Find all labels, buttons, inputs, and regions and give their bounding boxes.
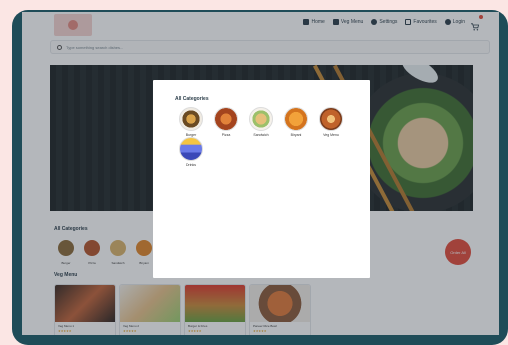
modal-title: All Categories <box>175 96 209 102</box>
categories-modal: All Categories Burger Pizza Sandwich Bir… <box>153 80 370 278</box>
sandwich-image <box>249 107 273 131</box>
drinks-image <box>179 137 203 161</box>
category-label: Veg Menu <box>323 133 339 137</box>
modal-category-biryani[interactable]: Biryani <box>283 107 309 137</box>
modal-category-veg-menu[interactable]: Veg Menu <box>318 107 344 137</box>
category-label: Pizza <box>221 133 231 137</box>
category-label: Drinks <box>186 163 196 167</box>
modal-category-sandwich[interactable]: Sandwich <box>248 107 274 137</box>
category-label: Biryani <box>290 133 302 137</box>
modal-category-drinks[interactable]: Drinks <box>178 137 204 167</box>
biryani-image <box>284 107 308 131</box>
modal-category-pizza[interactable]: Pizza <box>213 107 239 137</box>
modal-category-burger[interactable]: Burger <box>178 107 204 137</box>
app-screen: Home Veg Menu Settings Favourites Login … <box>22 12 499 335</box>
pizza-image <box>214 107 238 131</box>
category-label: Sandwich <box>253 133 269 137</box>
burger-image <box>179 107 203 131</box>
veg-menu-image <box>319 107 343 131</box>
